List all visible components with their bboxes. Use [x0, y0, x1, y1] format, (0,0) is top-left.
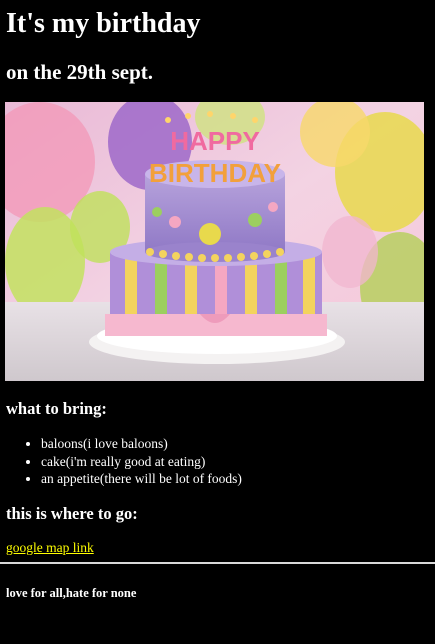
google-map-link[interactable]: google map link [6, 540, 94, 556]
cake-topper-happy: HAPPY [170, 126, 260, 156]
cake-topper-birthday: BIRTHDAY [149, 158, 281, 188]
list-item: baloons(i love baloons) [41, 435, 242, 453]
divider [0, 562, 435, 564]
bring-list: baloons(i love baloons) cake(i'm really … [0, 435, 242, 488]
page-subtitle: on the 29th sept. [6, 60, 154, 84]
bring-heading: what to bring: [6, 399, 107, 418]
birthday-cake-image: HAPPY BIRTHDAY [5, 102, 424, 381]
location-heading: this is where to go: [6, 504, 138, 523]
list-item: an appetite(there will be lot of foods) [41, 470, 242, 488]
page-title: It's my birthday [6, 8, 201, 39]
footer-text: love for all,hate for none [6, 586, 137, 600]
list-item: cake(i'm really good at eating) [41, 453, 242, 471]
